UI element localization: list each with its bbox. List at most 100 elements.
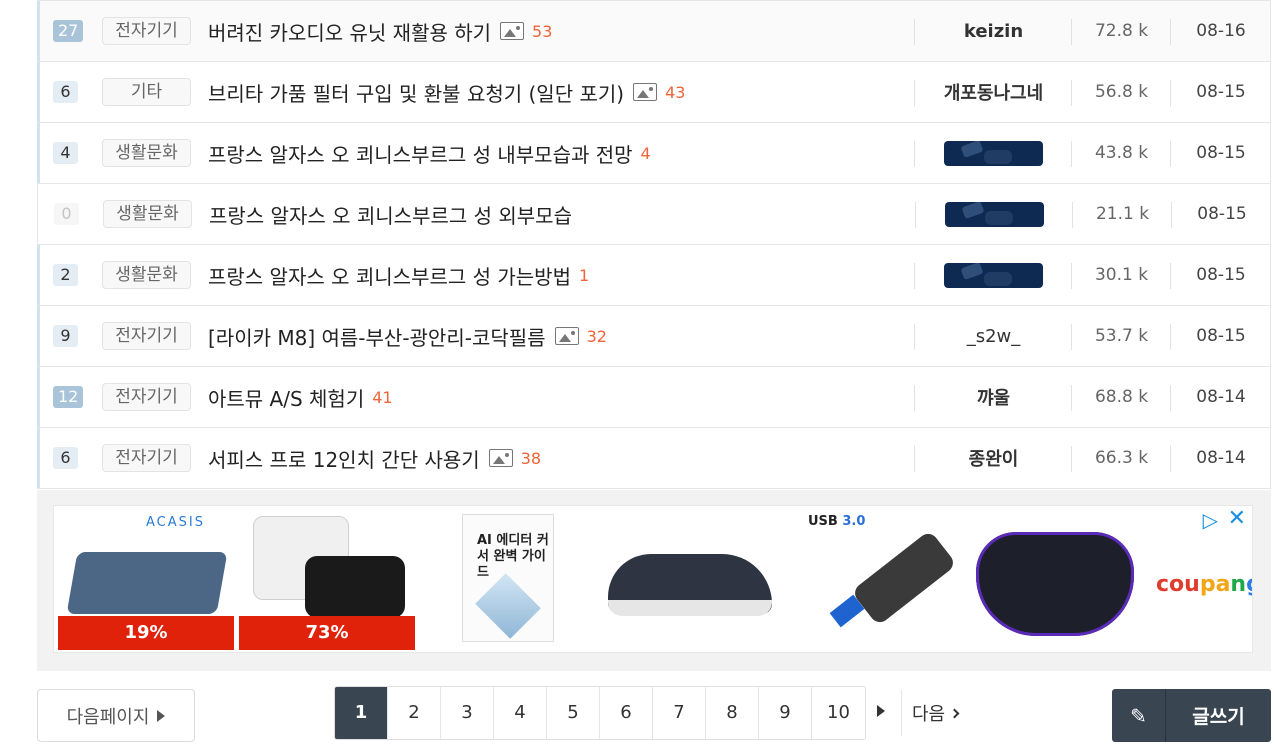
post-row[interactable]: 6 기타 브리타 가품 필터 구입 및 환불 요청기 (일단 포기) 43 개포동… (37, 62, 1271, 123)
ad-product-usb[interactable]: USB 3.0 (784, 510, 960, 650)
post-title-text[interactable]: 브리타 가품 필터 구입 및 환불 요청기 (일단 포기) (208, 78, 624, 107)
category-badge[interactable]: 생활문화 (102, 261, 191, 289)
image-icon (633, 83, 658, 101)
write-button[interactable]: ✎ 글쓰기 (1112, 689, 1271, 742)
page-link[interactable]: 6 (600, 687, 653, 739)
ad-product-gamepad[interactable] (966, 510, 1142, 650)
discount-badge: 73% (239, 616, 415, 650)
post-row[interactable]: 12 전자기기 아트뮤 A/S 체험기 41 꺄울 68.8 k 08-14 (37, 367, 1271, 428)
category-badge[interactable]: 전자기기 (102, 444, 191, 472)
post-title-text[interactable]: 아트뮤 A/S 체험기 (208, 383, 364, 412)
page-link[interactable]: 4 (494, 687, 547, 739)
comment-count[interactable]: 32 (587, 327, 607, 346)
brand-logo: ACASIS (146, 515, 205, 530)
divider (1071, 324, 1072, 350)
divider (1071, 446, 1072, 472)
post-row[interactable]: 0 생활문화 프랑스 알자스 오 쾨니스부르그 성 외부모습 21.1 k 08… (37, 184, 1271, 245)
post-title[interactable]: 아트뮤 A/S 체험기 41 (208, 383, 393, 412)
page-link[interactable]: 10 (812, 687, 865, 739)
next-pages-arrow-icon[interactable] (877, 705, 885, 717)
post-title[interactable]: 프랑스 알자스 오 쾨니스부르그 성 내부모습과 전망 4 (208, 139, 651, 168)
post-date: 08-15 (1196, 326, 1246, 346)
page-link[interactable]: 2 (388, 687, 441, 739)
page-link[interactable]: 5 (547, 687, 600, 739)
post-title[interactable]: 프랑스 알자스 오 쾨니스부르그 성 가는방법 1 (208, 261, 589, 290)
post-row[interactable]: 9 전자기기 [라이카 M8] 여름-부산-광안리-코닥필름 32 _s2w_ 5… (37, 306, 1271, 367)
author-name[interactable]: keizin (916, 21, 1071, 42)
author-name[interactable]: _s2w_ (916, 326, 1071, 347)
next-page-button[interactable]: 다음페이지 (37, 689, 195, 742)
divider (1071, 80, 1072, 106)
next-link[interactable]: 다음 (912, 700, 960, 726)
vote-count: 27 (53, 20, 84, 42)
post-date: 08-15 (1196, 82, 1246, 102)
ad-banner[interactable]: ACASIS 19% 73% AI 에디터 커서 완벽 가이드 USB 3.0 (53, 505, 1253, 653)
post-title[interactable]: 버려진 카오디오 유닛 재활용 하기 53 (208, 17, 552, 46)
comment-count[interactable]: 41 (372, 388, 392, 407)
post-title-text[interactable]: 서피스 프로 12인치 간단 사용기 (208, 444, 480, 473)
post-title-text[interactable]: 프랑스 알자스 오 쾨니스부르그 성 내부모습과 전망 (208, 139, 633, 168)
author-image-badge[interactable] (944, 262, 1043, 288)
ad-coupang-logo[interactable]: coupang (1146, 510, 1252, 650)
post-title[interactable]: 프랑스 알자스 오 쾨니스부르그 성 외부모습 (209, 200, 572, 229)
comment-count[interactable]: 43 (665, 83, 685, 102)
view-count: 56.8 k (1094, 82, 1149, 102)
divider (914, 263, 915, 289)
post-title-text[interactable]: [라이카 M8] 여름-부산-광안리-코닥필름 (208, 322, 546, 351)
post-row[interactable]: 2 생활문화 프랑스 알자스 오 쾨니스부르그 성 가는방법 1 30.1 k 0… (37, 245, 1271, 306)
ad-product-powerbank[interactable]: 73% (239, 510, 415, 650)
category-badge[interactable]: 전자기기 (102, 383, 191, 411)
category-badge[interactable]: 생활문화 (103, 200, 192, 228)
comment-count[interactable]: 4 (641, 144, 651, 163)
ad-product-dock[interactable]: ACASIS 19% (58, 510, 234, 650)
divider (915, 202, 916, 228)
author-image-badge[interactable] (945, 201, 1044, 227)
page-link[interactable]: 9 (759, 687, 812, 739)
post-title[interactable]: 브리타 가품 필터 구입 및 환불 요청기 (일단 포기) 43 (208, 78, 685, 107)
view-count: 68.8 k (1094, 387, 1149, 407)
post-date: 08-15 (1196, 143, 1246, 163)
vote-count: 6 (53, 81, 78, 103)
view-count: 66.3 k (1094, 448, 1149, 468)
category-badge[interactable]: 기타 (102, 78, 191, 106)
page-link-current[interactable]: 1 (335, 687, 388, 739)
divider (1071, 263, 1072, 289)
vote-count: 6 (53, 447, 78, 469)
next-page-label: 다음페이지 (66, 706, 150, 728)
page-link[interactable]: 3 (441, 687, 494, 739)
post-row[interactable]: 6 전자기기 서피스 프로 12인치 간단 사용기 38 종완이 66.3 k 0… (37, 428, 1271, 489)
adchoices-icon[interactable]: ▷ (1203, 508, 1218, 532)
divider (1170, 324, 1171, 350)
ad-product-book[interactable]: AI 에디터 커서 완벽 가이드 (420, 510, 596, 650)
comment-count[interactable]: 1 (579, 266, 589, 285)
author-name[interactable]: 꺄울 (916, 384, 1071, 410)
post-row[interactable]: 27 전자기기 버려진 카오디오 유닛 재활용 하기 53 keizin 72.8… (37, 0, 1271, 62)
divider (914, 19, 915, 45)
author-name[interactable]: 개포동나그네 (916, 79, 1071, 105)
post-title-text[interactable]: 프랑스 알자스 오 쾨니스부르그 성 외부모습 (209, 200, 572, 229)
author-name[interactable]: 종완이 (916, 445, 1071, 471)
post-title[interactable]: [라이카 M8] 여름-부산-광안리-코닥필름 32 (208, 322, 607, 351)
author-image-badge[interactable] (944, 140, 1043, 166)
product-image (66, 552, 228, 614)
page-link[interactable]: 8 (706, 687, 759, 739)
divider (914, 324, 915, 350)
close-icon[interactable]: ✕ (1228, 508, 1246, 530)
comment-count[interactable]: 38 (521, 449, 541, 468)
ad-product-shoe[interactable] (602, 510, 778, 650)
post-title[interactable]: 서피스 프로 12인치 간단 사용기 38 (208, 444, 541, 473)
category-badge[interactable]: 전자기기 (102, 322, 191, 350)
divider (914, 80, 915, 106)
vote-count: 0 (54, 203, 79, 225)
page-link[interactable]: 7 (653, 687, 706, 739)
post-title-text[interactable]: 프랑스 알자스 오 쾨니스부르그 성 가는방법 (208, 261, 571, 290)
post-title-text[interactable]: 버려진 카오디오 유닛 재활용 하기 (208, 17, 491, 46)
product-image (851, 529, 957, 627)
divider (1071, 19, 1072, 45)
divider (1171, 202, 1172, 228)
category-badge[interactable]: 생활문화 (102, 139, 191, 167)
post-row[interactable]: 4 생활문화 프랑스 알자스 오 쾨니스부르그 성 내부모습과 전망 4 43.8… (37, 123, 1271, 184)
product-image (608, 600, 772, 616)
category-badge[interactable]: 전자기기 (102, 17, 191, 45)
comment-count[interactable]: 53 (532, 22, 552, 41)
